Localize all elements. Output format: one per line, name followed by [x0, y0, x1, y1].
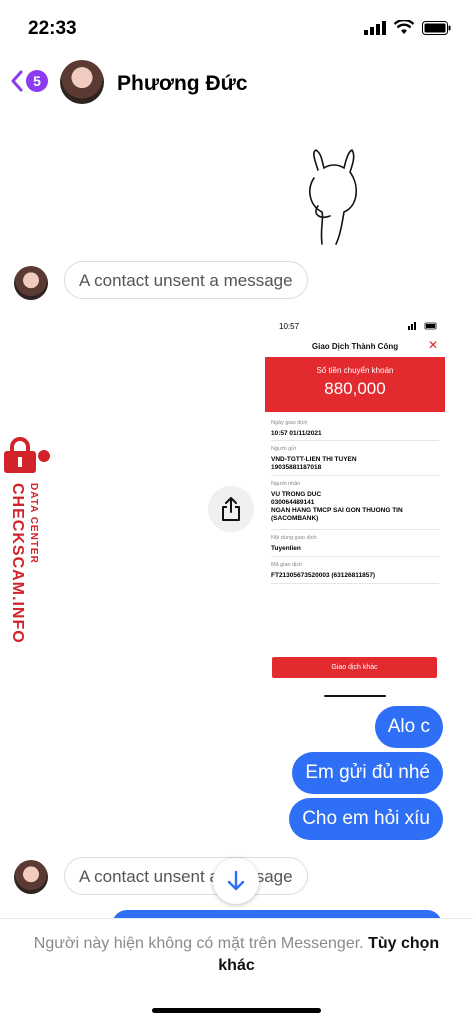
sender-account: 19035881187018: [271, 464, 322, 471]
divider: [271, 440, 439, 441]
share-button[interactable]: [208, 486, 254, 532]
receiver-bank: NGAN HANG TMCP SAI GON THUONG TIN (SACOM…: [271, 507, 403, 522]
battery-icon: [422, 20, 451, 35]
sender-avatar: [14, 266, 48, 300]
other-transaction-button: Giao dịch khác: [272, 657, 437, 678]
transfer-receipt-image[interactable]: 10:57 Giao Dịch Thành Công ✕ Số tiền chu…: [262, 316, 448, 704]
arrow-down-icon: [227, 870, 245, 891]
receiver-label: Người nhận: [271, 481, 301, 487]
contact-avatar[interactable]: [60, 60, 104, 104]
wifi-icon: [394, 20, 414, 34]
receipt-home-indicator: [324, 695, 386, 697]
home-indicator[interactable]: [152, 1008, 321, 1013]
status-icons: [364, 20, 451, 35]
note-label: Nội dung giao dịch: [271, 535, 317, 541]
sender-value: VND-TGTT-LIEN THI TUYEN: [271, 456, 357, 463]
sticker-image: [309, 148, 357, 245]
sender-avatar: [14, 860, 48, 894]
amount-banner: Số tiền chuyển khoản 880,000: [265, 357, 445, 412]
divider: [271, 475, 439, 476]
sent-message[interactable]: Cho em hỏi xíu: [289, 798, 443, 840]
unavailable-message: Người này hiện không có mặt trên Messeng…: [33, 935, 364, 952]
sent-message[interactable]: Alo c: [374, 706, 443, 748]
code-label: Mã giao dịch: [271, 562, 303, 568]
unsent-message: A contact unsent a message: [64, 261, 308, 299]
receiver-account: 030064489141: [271, 499, 315, 506]
amount-value: 880,000: [324, 379, 386, 398]
receipt-title: Giao Dịch Thành Công: [311, 342, 399, 351]
divider: [271, 583, 439, 584]
back-button[interactable]: 5: [10, 70, 48, 92]
receiver-value: VU TRONG DUC: [271, 491, 322, 498]
sent-message[interactable]: Em gửi đủ nhé: [292, 752, 443, 794]
chevron-left-icon: [11, 70, 23, 92]
date-value: 10:57 01/11/2021: [271, 430, 322, 437]
unsent-message: A contact unsent a message: [64, 857, 308, 895]
signal-icon: [364, 20, 386, 35]
sender-label: Người gửi: [271, 446, 297, 452]
code-value: FT21305673520003 (63126811857): [271, 572, 376, 579]
divider: [271, 529, 439, 530]
scroll-down-button[interactable]: [213, 858, 259, 904]
lock-icon: [4, 437, 50, 473]
receipt-status-icons: [408, 322, 437, 330]
divider: [271, 556, 439, 557]
receipt-time: 10:57: [279, 322, 300, 331]
status-time: 22:33: [28, 18, 77, 39]
date-label: Ngày giao dịch: [271, 420, 308, 426]
amount-label: Số tiền chuyển khoản: [316, 366, 394, 375]
share-icon: [222, 497, 240, 521]
unread-badge: 5: [26, 70, 48, 92]
watermark-sub: DATA CENTER: [28, 483, 39, 564]
contact-name[interactable]: Phương Đức: [117, 72, 248, 96]
close-icon: ✕: [427, 338, 438, 352]
unavailable-text: Người này hiện không có mặt trên Messeng…: [30, 933, 443, 977]
watermark-brand: CHECKSCAM.INFO: [9, 483, 26, 644]
note-value: Tuyenlien: [271, 545, 301, 552]
